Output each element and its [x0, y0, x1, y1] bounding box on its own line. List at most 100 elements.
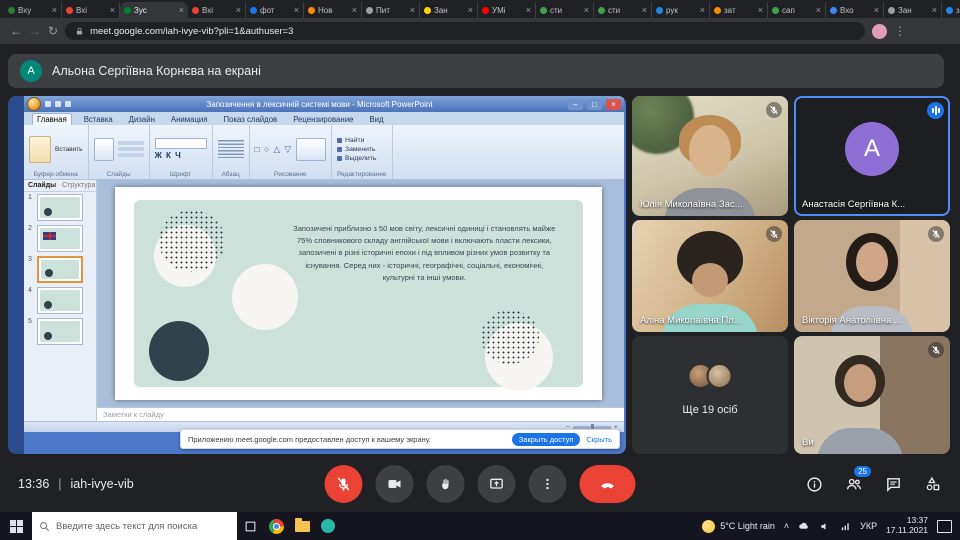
task-view-button[interactable] — [237, 512, 263, 540]
browser-tab[interactable]: Вхі× — [188, 2, 246, 18]
ribbon-command[interactable]: Выделить — [337, 155, 376, 162]
mic-toggle-button[interactable] — [325, 465, 363, 503]
ribbon-tab[interactable]: Вставка — [80, 114, 117, 125]
start-button[interactable] — [0, 512, 32, 540]
cloud-icon[interactable] — [798, 521, 811, 531]
ribbon-tab[interactable]: Анимация — [167, 114, 212, 125]
browser-tab[interactable]: Зус× — [120, 2, 188, 18]
weather-widget[interactable]: 5°C Light rain — [702, 520, 775, 533]
language-indicator[interactable]: УКР — [860, 521, 877, 531]
network-icon[interactable] — [840, 521, 851, 532]
maximize-button[interactable]: □ — [587, 99, 602, 110]
raise-hand-button[interactable] — [427, 465, 465, 503]
tab-close-icon[interactable]: × — [700, 6, 705, 15]
browser-tab[interactable]: сти× — [594, 2, 652, 18]
tab-close-icon[interactable]: × — [526, 6, 531, 15]
undo-icon[interactable] — [55, 101, 61, 107]
tab-close-icon[interactable]: × — [352, 6, 357, 15]
video-tile-participant-2-active[interactable]: А Анастасія Сергіївна К... — [794, 96, 950, 216]
browser-tab[interactable]: Вхі× — [62, 2, 120, 18]
tray-expand-icon[interactable]: ˄ — [784, 521, 789, 531]
address-bar[interactable]: meet.google.com/iah-ivye-vib?pli=1&authu… — [65, 22, 865, 40]
ribbon-tab[interactable]: Главная — [32, 113, 72, 125]
ribbon-group-slides[interactable]: Слайды — [89, 125, 150, 179]
volume-icon[interactable] — [820, 521, 831, 532]
ribbon-group-para[interactable]: Абзац — [213, 125, 250, 179]
video-tile-participant-3[interactable]: Аліна Миколаївна Пл... — [632, 220, 788, 332]
browser-tab[interactable]: Зан× — [884, 2, 942, 18]
browser-tab[interactable]: УМі× — [478, 2, 536, 18]
overflow-participants-tile[interactable]: Ще 19 осіб — [632, 336, 788, 454]
browser-tab[interactable]: Нов× — [304, 2, 362, 18]
tab-close-icon[interactable]: × — [584, 6, 589, 15]
tab-outline[interactable]: Структура — [62, 182, 95, 189]
browser-tab[interactable]: зат× — [710, 2, 768, 18]
slide-thumbnail[interactable]: 1 — [24, 192, 96, 223]
tab-close-icon[interactable]: × — [294, 6, 299, 15]
ribbon-group-edit[interactable]: НайтиЗаменитьВыделитьРедактирование — [332, 125, 393, 179]
slide-thumbnail[interactable]: 5 — [24, 316, 96, 347]
tab-close-icon[interactable]: × — [642, 6, 647, 15]
tab-close-icon[interactable]: × — [874, 6, 879, 15]
browser-tab[interactable]: рук× — [652, 2, 710, 18]
browser-tab[interactable]: Зан× — [420, 2, 478, 18]
stop-sharing-button[interactable]: Закрыть доступ — [512, 433, 581, 446]
end-call-button[interactable] — [580, 465, 636, 503]
slide-thumbnail[interactable]: 4 — [24, 285, 96, 316]
video-tile-self[interactable]: Ви — [794, 336, 950, 454]
close-button[interactable]: × — [606, 99, 621, 110]
profile-avatar[interactable] — [872, 24, 887, 39]
redo-icon[interactable] — [65, 101, 71, 107]
camera-toggle-button[interactable] — [376, 465, 414, 503]
tab-close-icon[interactable]: × — [179, 6, 184, 15]
ribbon-group-paste[interactable]: ВставитьБуфер обмена — [24, 125, 89, 179]
taskbar-search-input[interactable]: Введите здесь текст для поиска — [32, 512, 237, 540]
browser-tab[interactable]: зай× — [942, 2, 960, 18]
browser-tab[interactable]: Пит× — [362, 2, 420, 18]
slide-thumbnail[interactable]: 2 — [24, 223, 96, 254]
video-tile-participant-1[interactable]: Юлія Миколаївна Зас... — [632, 96, 788, 216]
slide-panel[interactable]: Слайды Структура 12345 — [24, 180, 97, 421]
tab-close-icon[interactable]: × — [758, 6, 763, 15]
taskbar-clock[interactable]: 13:37 17.11.2021 — [886, 516, 928, 536]
chat-button[interactable] — [885, 476, 902, 493]
tab-close-icon[interactable]: × — [468, 6, 473, 15]
action-center-icon[interactable] — [937, 520, 952, 533]
explorer-taskbar-button[interactable] — [289, 512, 315, 540]
browser-tab[interactable]: Вхо× — [826, 2, 884, 18]
ribbon-group-font[interactable]: Ж К ЧШрифт — [150, 125, 213, 179]
activities-button[interactable] — [924, 475, 942, 493]
ribbon-tab[interactable]: Показ слайдов — [220, 114, 282, 125]
tab-close-icon[interactable]: × — [932, 6, 937, 15]
meeting-details-button[interactable] — [806, 476, 823, 493]
browser-tab[interactable]: Вху× — [4, 2, 62, 18]
browser-menu-icon[interactable]: ⋮ — [894, 25, 906, 37]
ribbon-tab[interactable]: Вид — [365, 114, 387, 125]
tab-close-icon[interactable]: × — [52, 6, 57, 15]
tab-close-icon[interactable]: × — [110, 6, 115, 15]
more-options-button[interactable] — [529, 465, 567, 503]
shared-screen-tile[interactable]: Запозичення в лексичній системі мови - M… — [8, 96, 626, 454]
app-taskbar-button[interactable] — [315, 512, 341, 540]
hide-share-bar-button[interactable]: Скрыть — [586, 435, 612, 444]
participants-button[interactable]: 25 — [845, 475, 863, 493]
back-icon[interactable]: ← — [10, 25, 22, 37]
save-icon[interactable] — [45, 101, 51, 107]
office-button-icon[interactable] — [27, 97, 41, 111]
refresh-icon[interactable]: ↻ — [48, 25, 58, 37]
tab-close-icon[interactable]: × — [816, 6, 821, 15]
tab-close-icon[interactable]: × — [410, 6, 415, 15]
minimize-button[interactable]: – — [568, 99, 583, 110]
browser-tab[interactable]: сап× — [768, 2, 826, 18]
browser-tab[interactable]: сти× — [536, 2, 594, 18]
notes-pane[interactable]: Заметки к слайду — [97, 407, 624, 421]
ribbon-tab[interactable]: Дизайн — [125, 114, 159, 125]
tab-slides[interactable]: Слайды — [28, 182, 56, 189]
chrome-taskbar-button[interactable] — [263, 512, 289, 540]
slide-thumbnail[interactable]: 3 — [24, 254, 96, 285]
forward-icon[interactable]: → — [29, 25, 41, 37]
ribbon-group-draw[interactable]: □ ○ △ ▽Рисование — [250, 125, 332, 179]
browser-tab[interactable]: фот× — [246, 2, 304, 18]
video-tile-participant-4[interactable]: Вікторія Анатоліївна ... — [794, 220, 950, 332]
ribbon-command[interactable]: Найти — [337, 137, 364, 144]
